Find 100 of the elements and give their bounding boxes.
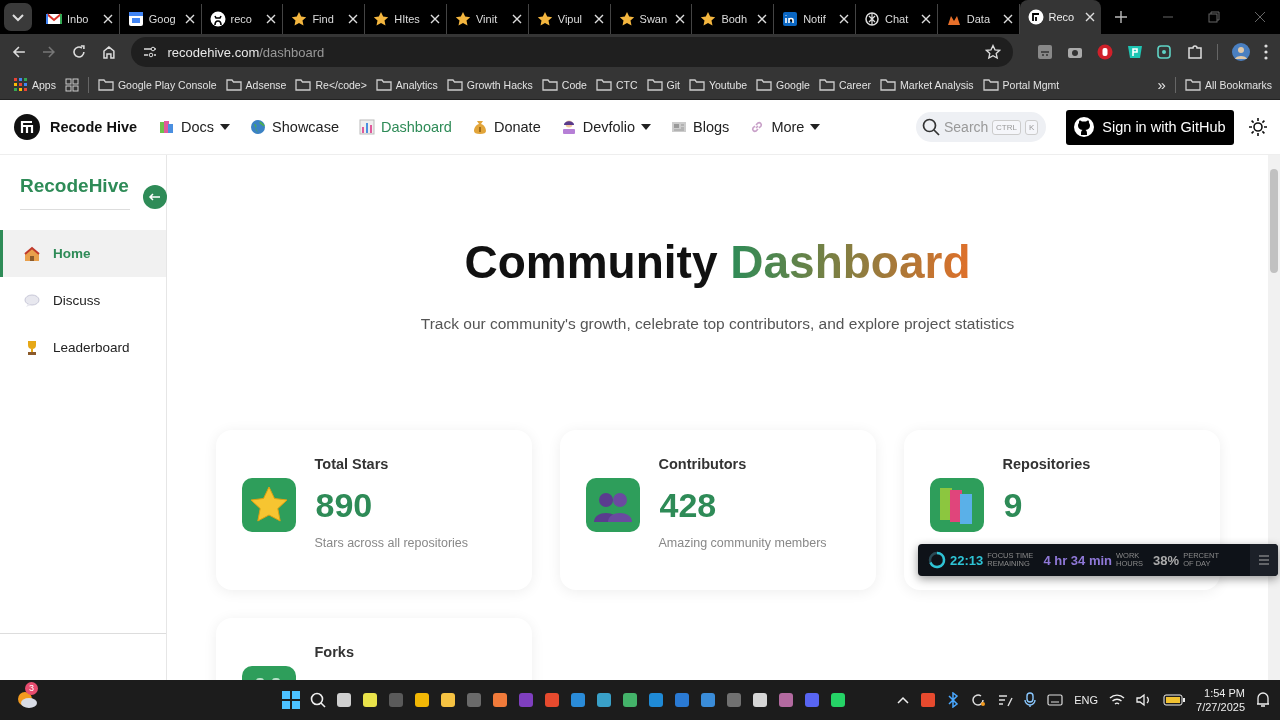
reload-icon[interactable] [71, 45, 86, 59]
forward-icon[interactable] [41, 45, 56, 59]
app-icon[interactable] [596, 692, 612, 708]
people-icon [585, 478, 640, 532]
folder-icon [982, 76, 999, 93]
overflow-chevron[interactable]: » [1157, 76, 1166, 93]
language-indicator[interactable]: ENG [1074, 694, 1099, 706]
bookmark-folder[interactable]: All Bookmarks [1184, 76, 1272, 93]
notifications-icon[interactable] [1256, 692, 1270, 708]
bookmark-star-icon[interactable] [985, 44, 1001, 60]
nav-link[interactable]: More [749, 119, 821, 135]
new-tab-icon[interactable] [1115, 11, 1128, 23]
folder-icon [446, 76, 463, 93]
sidebar-title[interactable]: RecodeHive [0, 155, 166, 197]
bookmark-folder[interactable]: Adsense [225, 76, 287, 93]
bookmark-folder[interactable]: Analytics [375, 76, 438, 93]
star-icon [373, 11, 390, 27]
app-icon[interactable] [752, 692, 768, 708]
globe-icon [250, 119, 267, 135]
microphone-icon[interactable] [1024, 692, 1037, 708]
chevron-up-icon[interactable] [897, 696, 910, 704]
mail-icon [46, 11, 62, 27]
browser-tab[interactable]: Reco [1019, 0, 1102, 34]
sign-in-button[interactable]: Sign in with GitHub [1066, 109, 1234, 145]
nav-link[interactable]: Donate [471, 119, 541, 135]
house-icon [24, 245, 40, 262]
sun-icon[interactable] [1248, 117, 1268, 137]
address-bar[interactable]: recodehive.com/dashboard [131, 37, 1013, 67]
nav-link[interactable]: Dashboard [359, 119, 452, 135]
app-icon[interactable] [622, 692, 638, 708]
bookmark-folder[interactable]: Google Play Console [97, 76, 217, 93]
pen-icon[interactable] [997, 692, 1014, 708]
nav-link[interactable]: Docs [159, 119, 231, 135]
folder-icon [1184, 76, 1201, 93]
bookmark-folder[interactable]: Code [541, 76, 587, 93]
nav-link[interactable]: Devfolio [560, 119, 652, 135]
key-hint: K [1024, 119, 1039, 135]
nav-link[interactable]: Showcase [250, 119, 339, 135]
folder-icon [225, 76, 242, 93]
brand-name[interactable]: Recode Hive [50, 119, 138, 135]
screen-capture-icon[interactable] [1157, 44, 1173, 60]
star-icon [700, 11, 717, 27]
widget-menu-button[interactable] [1250, 544, 1278, 576]
sync-icon[interactable] [970, 692, 987, 708]
bookmark-folder[interactable]: Portal Mgmt [982, 76, 1060, 93]
logo-icon[interactable] [14, 114, 40, 140]
logo-icon [1027, 9, 1044, 25]
scrollbar[interactable] [1268, 155, 1280, 680]
incognito-icon[interactable] [1037, 44, 1053, 60]
site-settings-icon[interactable] [143, 45, 158, 59]
sidebar-item[interactable]: Home [0, 230, 166, 277]
bookmark-item[interactable]: Apps [14, 77, 56, 92]
page-subtitle: Track our community's growth, celebrate top contributors, and explore project statistics [420, 315, 1015, 333]
wifi-icon[interactable] [1109, 693, 1126, 707]
folder-icon [295, 76, 312, 93]
app-icon[interactable] [492, 692, 508, 708]
app-icon[interactable] [830, 692, 846, 708]
search-icon[interactable] [310, 692, 326, 708]
bookmark-folder[interactable]: Git [646, 76, 680, 93]
bookmark-folder[interactable]: Growth Hacks [446, 76, 533, 93]
app-icon[interactable] [414, 692, 430, 708]
menu-icon [1258, 554, 1270, 566]
knot-icon [863, 11, 880, 27]
bookmark-folder[interactable]: Google [756, 76, 810, 93]
app-icon[interactable] [336, 692, 352, 708]
avatar-icon[interactable] [1232, 43, 1250, 61]
folder-icon [595, 76, 612, 93]
battery-icon[interactable] [1163, 694, 1186, 706]
stat-caption: Amazing community members [658, 536, 828, 550]
menu-icon[interactable] [1264, 44, 1268, 60]
hand-icon[interactable] [1097, 44, 1113, 60]
progress-ring-icon [928, 551, 946, 569]
tab-search-button[interactable] [4, 3, 32, 31]
bookmark-folder[interactable]: Market Analysis [880, 76, 974, 93]
tab-groups-icon[interactable] [64, 77, 79, 92]
bookmark-folder[interactable]: CTC [595, 76, 638, 93]
app-icon[interactable] [362, 692, 378, 708]
back-icon[interactable] [12, 45, 26, 59]
star-icon [536, 11, 553, 27]
bookmark-folder[interactable]: Youtube [688, 76, 748, 93]
clock-time[interactable]: 1:54 PM [1204, 686, 1245, 700]
puzzle-icon[interactable] [1187, 44, 1203, 60]
notification-badge: 3 [25, 682, 38, 695]
bookmark-folder[interactable]: Re</code> [295, 76, 367, 93]
bluetooth-icon[interactable] [947, 692, 960, 708]
folder-icon [688, 76, 705, 93]
sidebar-item[interactable]: Discuss [0, 277, 166, 324]
letter-p-shield-icon[interactable] [1127, 44, 1143, 60]
nav-link[interactable]: Blogs [671, 119, 730, 135]
home-icon[interactable] [101, 45, 116, 59]
collapse-button[interactable] [143, 185, 167, 209]
sidebar-item[interactable]: Leaderboard [0, 324, 166, 371]
keyboard-icon[interactable] [1047, 694, 1064, 706]
search-input[interactable]: Search [944, 119, 988, 135]
app-icon[interactable] [440, 692, 456, 708]
folder-icon [375, 76, 392, 93]
widget-value: 38% [1153, 552, 1180, 568]
clock-date[interactable]: 7/27/2025 [1196, 700, 1245, 714]
bookmark-folder[interactable]: Career [818, 76, 872, 93]
windows-start-icon[interactable] [282, 691, 300, 709]
